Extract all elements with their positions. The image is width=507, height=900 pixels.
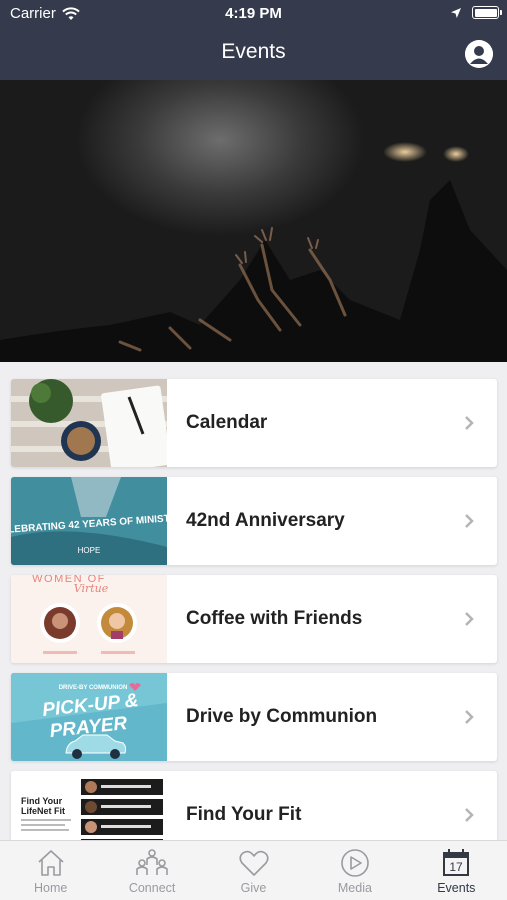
event-card-coffee[interactable]: WOMEN OF Virtue Coffee with Friends [11,575,497,663]
heart-icon [238,850,269,876]
tab-media[interactable]: Media [304,841,405,900]
chevron-right-icon [455,611,483,627]
status-bar: Carrier 4:19 PM [0,0,507,28]
event-thumbnail: CELEBRATING 42 YEARS OF MINISTRY HOPE [11,477,167,565]
tab-label: Home [34,881,68,895]
hero-image [0,80,507,362]
calendar-day-number: 17 [450,860,464,874]
tab-give[interactable]: Give [203,841,304,900]
event-title: Coffee with Friends [186,608,363,629]
connect-icon [136,849,168,875]
tab-bar: Home Connect Give Media 17 Events [0,840,507,900]
event-thumbnail: WOMEN OF Virtue [11,575,167,663]
anniversary-graphic: CELEBRATING 42 YEARS OF MINISTRY HOPE [11,477,167,565]
tab-label: Give [240,881,267,895]
event-title: Calendar [186,412,268,433]
worship-hands-image [0,142,507,362]
profile-button[interactable] [465,40,493,68]
battery-icon [472,6,502,19]
calendar-photo [11,379,167,467]
virtue-script-text: Virtue [74,582,109,595]
event-card-communion[interactable]: DRIVE-BY COMMUNION PICK-UP & PRAYER Driv… [11,673,497,761]
chevron-right-icon [455,709,483,725]
chevron-right-icon [455,415,483,431]
chevron-right-icon [455,807,483,823]
event-card-anniversary[interactable]: CELEBRATING 42 YEARS OF MINISTRY HOPE 42… [11,477,497,565]
chevron-right-icon [455,513,483,529]
event-thumbnail [11,379,167,467]
top-bar: Carrier 4:19 PM Events [0,0,507,80]
pick-up-prayer-graphic: DRIVE-BY COMMUNION PICK-UP & PRAYER [11,673,167,761]
calendar-icon: 17 [443,849,470,876]
tab-label: Connect [128,881,176,895]
clock: 4:19 PM [225,5,282,22]
play-icon [341,849,369,877]
women-of-virtue-graphic: WOMEN OF Virtue [11,575,167,663]
tab-home[interactable]: Home [0,841,101,900]
event-title: Drive by Communion [186,706,378,727]
home-icon [38,850,64,876]
user-icon [465,40,493,68]
lifenet-fit-text: LifeNet Fit [21,806,65,816]
event-title: Find Your Fit [186,804,302,825]
event-thumbnail: DRIVE-BY COMMUNION PICK-UP & PRAYER [11,673,167,761]
tab-label: Events [437,881,476,895]
event-title: 42nd Anniversary [186,510,345,531]
location-arrow-icon [451,7,461,18]
tab-events[interactable]: 17 Events [406,841,507,900]
find-your-text: Find Your [21,796,63,806]
event-card-calendar[interactable]: Calendar [11,379,497,467]
page-title: Events [221,40,286,63]
hope-logo-text: HOPE [78,546,101,555]
tab-connect[interactable]: Connect [101,841,202,900]
drive-by-communion-text: DRIVE-BY COMMUNION [59,685,128,691]
tab-label: Media [337,881,372,895]
